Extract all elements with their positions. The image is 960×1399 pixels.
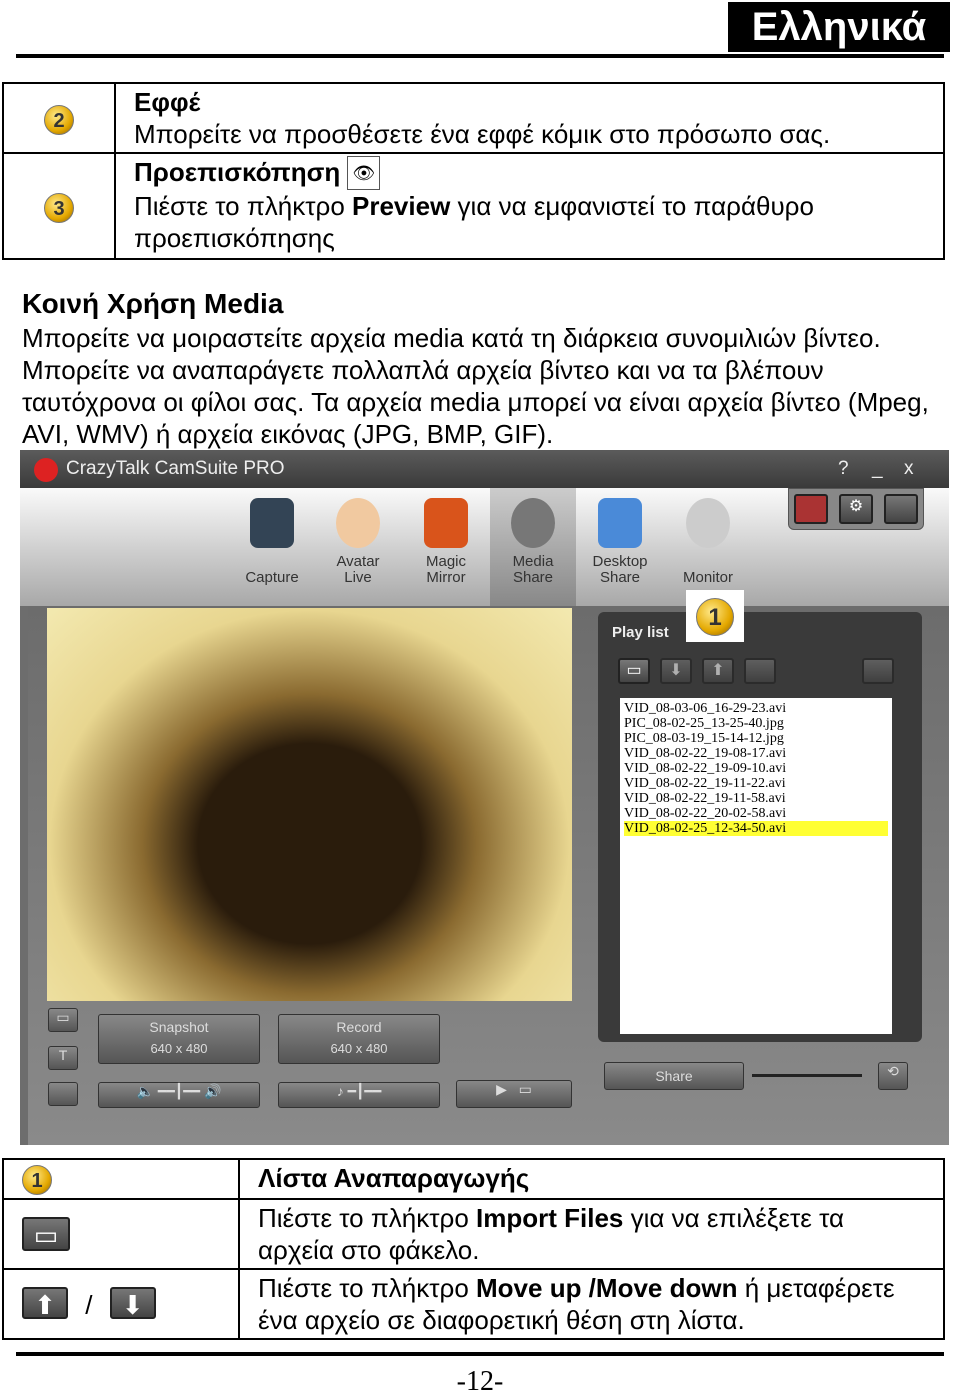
minimize-button[interactable]: _ [872,450,883,488]
preview-bold: Preview [352,191,451,221]
move-up-icon: ⬆ [22,1287,68,1320]
main-area: Play list ▭ ⬇ ⬆ VID_08-03-06_16-29-23.av… [28,606,949,1145]
playlist-item[interactable]: PIC_08-02-25_13-25-40.jpg [624,716,888,731]
playlist-title: Play list [612,624,669,641]
monitors-icon [598,498,642,548]
slideshow-icon[interactable] [48,1082,78,1106]
playlist-panel: Play list ▭ ⬇ ⬆ VID_08-03-06_16-29-23.av… [598,612,922,1042]
volume-slider[interactable]: 🔈 ━━┃━━ 🔊 [98,1082,260,1108]
camera-icon [250,498,294,548]
playlist-item[interactable]: PIC_08-03-19_15-14-12.jpg [624,731,888,746]
playlist-item[interactable]: VID_08-02-22_19-11-58.avi [624,791,888,806]
preview-text: Πιέστε το πλήκτρο [134,191,353,221]
move-down-icon: ⬇ [109,1287,156,1320]
mic-slider[interactable]: ♪ ━┃━━ [278,1082,440,1108]
page-number: -12- [456,1366,504,1397]
help-button[interactable]: ? [838,450,849,488]
tool-capture[interactable]: Capture [232,498,312,586]
playlist-files[interactable]: VID_08-03-06_16-29-23.avi PIC_08-02-25_13… [620,698,892,1034]
import-bold: Import Files [476,1203,624,1233]
playlist-item[interactable]: VID_08-02-22_19-09-10.avi [624,761,888,776]
no-chat-icon[interactable] [794,494,829,524]
footer-rule [16,1352,944,1356]
text-effect-icon[interactable]: T [48,1046,78,1070]
import-text: Πιέστε το πλήκτρο [258,1203,477,1233]
share-slider[interactable] [752,1074,862,1077]
badge-1-icon: 1 [22,1165,52,1195]
tool-magic-mirror[interactable]: Magic Mirror [406,498,486,586]
preview-eye-icon: 👁 [347,156,381,190]
snapshot-button[interactable]: Snapshot 640 x 480 [98,1014,260,1064]
tool-monitor[interactable]: Monitor [668,498,748,586]
title-bar: CrazyTalk CamSuite PRO ? _ x [20,450,949,488]
camsuite-window: CrazyTalk CamSuite PRO ? _ x Capture Ava… [20,450,949,1145]
playback-controls[interactable]: ▶ ▭ [456,1080,572,1108]
camera-settings-icon[interactable]: ▭ [48,1008,78,1032]
move-up-icon[interactable]: ⬆ [702,658,734,684]
preview-title: Προεπισκόπηση [134,157,341,187]
playlist-item[interactable]: VID_08-02-22_20-02-58.avi [624,806,888,821]
share-button[interactable]: Share [604,1062,744,1090]
playlist-item[interactable]: VID_08-02-22_19-08-17.avi [624,746,888,761]
move-down-icon[interactable]: ⬇ [660,658,692,684]
toolbar: Capture Avatar Live Magic Mirror Media S… [20,488,949,606]
move-bold: Move up /Move down [476,1273,738,1303]
callout-1-icon: 1 [696,598,734,636]
effects-text: Μπορείτε να προσθέσετε ένα εφφέ κόμικ στ… [134,119,831,149]
features-table: 2 Εφφέ Μπορείτε να προσθέσετε ένα εφφέ κό… [2,82,945,260]
record-button[interactable]: Record 640 x 480 [278,1014,440,1064]
baby-face-icon [336,498,380,548]
remove-icon[interactable] [744,658,776,684]
effects-title: Εφφέ [134,87,201,117]
move-text: Πιέστε το πλήκτρο [258,1273,477,1303]
settings-gear-icon[interactable]: ⚙ [838,494,873,524]
close-button[interactable]: x [904,450,914,488]
badge-3-icon: 3 [44,192,74,223]
header-rule [16,54,944,58]
playlist-item[interactable]: VID_08-03-06_16-29-23.avi [624,701,888,716]
app-logo-icon [34,458,58,482]
delete-icon[interactable] [862,658,894,684]
import-files-icon: ▭ [22,1217,70,1251]
film-reel-icon [511,498,555,548]
video-preview [47,608,572,1001]
badge-2-icon: 2 [44,104,74,135]
mask-icon [424,498,468,548]
webcam-lock-icon[interactable] [883,494,918,524]
tool-avatar-live[interactable]: Avatar Live [318,498,398,586]
section-body: Μπορείτε να μοιραστείτε αρχεία media κατ… [22,323,929,449]
import-files-icon[interactable]: ▭ [618,658,650,684]
loop-icon[interactable]: ⟲ [878,1062,908,1090]
playlist-item[interactable]: VID_08-02-25_12-34-50.avi [624,821,888,836]
tool-desktop-share[interactable]: Desktop Share [580,498,660,586]
separator: / [85,1290,93,1320]
tool-media-share[interactable]: Media Share [490,488,576,606]
playlist-item[interactable]: VID_08-02-22_19-11-22.avi [624,776,888,791]
playlist-table: 1 Λίστα Αναπαραγωγής ▭ Πιέστε το πλήκτρο … [2,1158,945,1340]
section-title: Κοινή Χρήση Media [22,288,284,319]
language-label: Ελληνικά [728,2,950,52]
security-camera-icon [686,498,730,548]
playlist-heading: Λίστα Αναπαραγωγής [238,1158,945,1200]
app-title: CrazyTalk CamSuite PRO [66,458,285,479]
